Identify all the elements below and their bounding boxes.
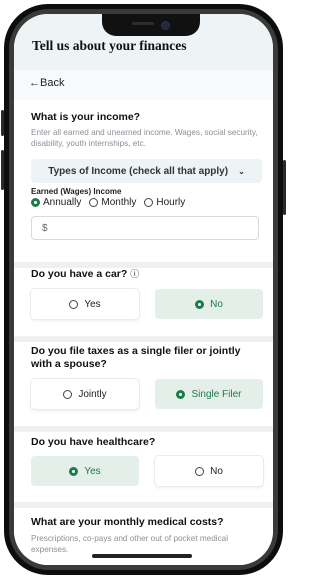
chevron-down-icon: ⌄ — [238, 166, 245, 176]
back-link[interactable]: ←Back — [29, 77, 64, 89]
healthcare-question: Do you have healthcare? — [31, 436, 156, 448]
radio-selected-icon — [176, 389, 186, 399]
radio-selected-icon — [69, 466, 79, 476]
healthcare-option-no-label: No — [210, 465, 223, 477]
taxes-card: Do you file taxes as a single filer or j… — [14, 342, 273, 430]
side-button-left-2 — [1, 150, 4, 190]
income-types-label: Types of Income (check all that apply) — [48, 165, 229, 177]
radio-icon — [144, 198, 154, 207]
healthcare-option-yes-label: Yes — [84, 465, 101, 477]
phone-screen: Tell us about your finances ←Back What i… — [14, 14, 273, 565]
frequency-hourly-label: Hourly — [156, 197, 186, 208]
radio-selected-icon — [31, 198, 40, 207]
radio-icon — [89, 198, 99, 207]
healthcare-option-yes[interactable]: Yes — [31, 456, 139, 486]
earned-income-label: Earned (Wages) Income — [31, 187, 122, 196]
medical-question: What are your monthly medical costs? — [31, 516, 224, 528]
car-option-yes[interactable]: Yes — [31, 289, 139, 319]
side-button-right — [283, 160, 286, 215]
car-option-no-label: No — [210, 298, 223, 310]
frequency-monthly-label: Monthly — [101, 197, 137, 208]
healthcare-card: Do you have healthcare? Yes No — [14, 432, 273, 502]
info-icon[interactable]: ⓘ — [130, 269, 139, 279]
radio-icon — [63, 389, 73, 399]
radio-icon — [195, 466, 205, 476]
frequency-annually[interactable]: Annually — [31, 197, 81, 208]
frequency-annually-label: Annually — [43, 197, 82, 208]
frequency-hourly[interactable]: Hourly — [144, 197, 185, 208]
radio-selected-icon — [195, 299, 205, 309]
income-amount-placeholder: $ — [42, 222, 48, 234]
radio-icon — [69, 299, 79, 309]
notch — [102, 14, 200, 36]
taxes-question: Do you file taxes as a single filer or j… — [31, 345, 241, 370]
taxes-option-single[interactable]: Single Filer — [155, 379, 263, 409]
taxes-option-jointly[interactable]: Jointly — [31, 379, 139, 409]
car-question-text: Do you have a car? — [31, 268, 128, 280]
home-indicator — [92, 554, 192, 558]
car-question: Do you have a car? ⓘ — [31, 268, 139, 281]
car-option-no[interactable]: No — [155, 289, 263, 319]
income-frequency: Annually Monthly Hourly — [31, 197, 185, 208]
car-card: Do you have a car? ⓘ Yes No — [14, 268, 273, 340]
income-card: What is your income? Enter all earned an… — [14, 100, 273, 262]
car-option-yes-label: Yes — [84, 298, 101, 310]
income-types-dropdown[interactable]: Types of Income (check all that apply) ⌄ — [31, 159, 262, 183]
income-question: What is your income? — [31, 111, 141, 123]
medical-hint: Prescriptions, co-pays and other out of … — [31, 534, 229, 554]
side-button-left — [1, 110, 4, 136]
income-hint: Enter all earned and unearned income. Wa… — [31, 128, 258, 148]
taxes-option-jointly-label: Jointly — [78, 388, 107, 400]
page-title: Tell us about your finances — [32, 38, 187, 53]
healthcare-option-no[interactable]: No — [155, 456, 263, 486]
frequency-monthly[interactable]: Monthly — [89, 197, 136, 208]
speaker-icon — [132, 22, 154, 25]
camera-icon — [161, 21, 170, 30]
taxes-option-single-label: Single Filer — [191, 388, 242, 400]
income-amount-input[interactable]: $ — [31, 216, 259, 240]
